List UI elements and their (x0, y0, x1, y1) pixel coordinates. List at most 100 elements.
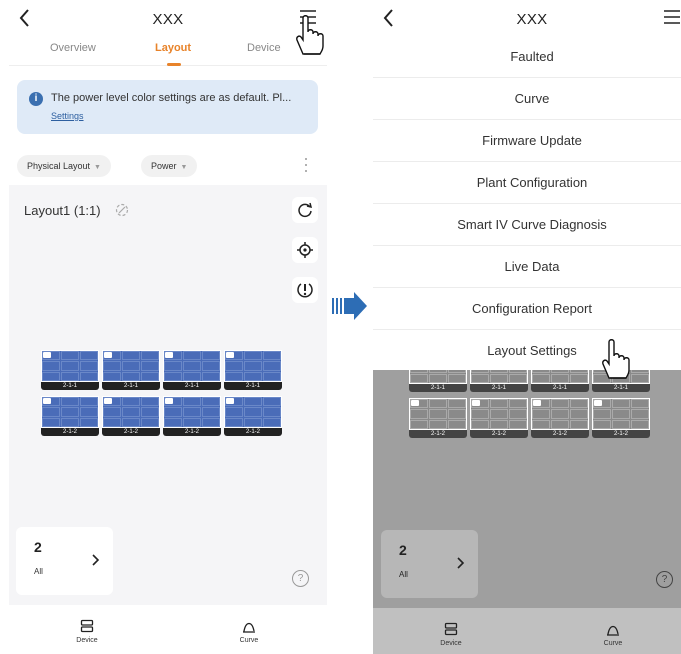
pointing-hand-icon (296, 15, 324, 55)
top-bar: XXX (373, 0, 681, 40)
menu-item-faulted[interactable]: Faulted (373, 36, 681, 78)
refresh-button[interactable] (292, 197, 318, 223)
bottom-nav: Device Curve (373, 608, 681, 654)
solar-module[interactable]: 2-1-1 (41, 350, 99, 394)
top-bar: XXX (9, 0, 327, 40)
module-string-label: 2-1-1 (224, 382, 282, 390)
module-badge-icon (165, 398, 173, 404)
nav-device[interactable]: Device (57, 619, 117, 644)
module-string-label: 2-1-1 (102, 382, 160, 390)
dimmed-backdrop[interactable]: 2-1-1 2-1-1 2-1-1 2-1-1 2-1-2 2-1-2 2-1-2 2-1-2… (373, 352, 681, 654)
solar-module[interactable]: 2-1-2 (163, 396, 221, 440)
tab-overview[interactable]: Overview (50, 42, 96, 54)
info-banner: i The power level color settings are as … (17, 80, 318, 134)
solar-module[interactable]: 2-1-2 (41, 396, 99, 440)
module-string-label: 2-1-1 (163, 382, 221, 390)
compass-button[interactable] (292, 277, 318, 303)
module-badge-icon (594, 400, 602, 406)
page-title: XXX (152, 11, 184, 28)
menu-item-smart-iv-curve-diagnosis[interactable]: Smart IV Curve Diagnosis (373, 204, 681, 246)
module-badge-icon (104, 398, 112, 404)
menu-screen: XXX 2-1-1 2-1-1 2-1-1 2-1-1 2-1-2 2-1-2 2-1-2 2… (373, 0, 681, 654)
module-badge-icon (472, 400, 480, 406)
layout-name: Layout1 (1:1) (24, 203, 101, 218)
page-title: XXX (516, 11, 548, 28)
solar-module[interactable]: 2-1-1 (102, 350, 160, 394)
nav-curve-label: Curve (239, 637, 259, 644)
menu-icon[interactable] (663, 8, 681, 26)
compass-icon (297, 283, 313, 298)
menu-item-firmware-update[interactable]: Firmware Update (373, 120, 681, 162)
chevron-right-icon (457, 557, 465, 569)
device-icon (80, 619, 94, 633)
transition-arrow-icon (332, 292, 367, 320)
module-string-label: 2-1-1 (409, 384, 467, 392)
nav-device-label: Device (440, 640, 462, 647)
device-count-label: All (399, 570, 408, 579)
device-count-card[interactable]: 2 All (16, 527, 113, 595)
module-string-label: 2-1-1 (531, 384, 589, 392)
caret-down-icon: ▼ (94, 164, 101, 171)
menu-item-configuration-report[interactable]: Configuration Report (373, 288, 681, 330)
module-string-label: 2-1-2 (224, 428, 282, 436)
tab-device[interactable]: Device (247, 42, 281, 54)
device-count-label: All (34, 567, 43, 576)
active-tab-indicator (167, 63, 181, 66)
module-badge-icon (43, 352, 51, 358)
nav-device: Device (421, 622, 481, 647)
module-badge-icon (226, 398, 234, 404)
module-string-label: 2-1-2 (409, 430, 467, 438)
module-string-label: 2-1-1 (470, 384, 528, 392)
module-string-label: 2-1-2 (41, 428, 99, 436)
module-string-label: 2-1-2 (163, 428, 221, 436)
menu-item-curve[interactable]: Curve (373, 78, 681, 120)
info-icon: i (29, 92, 43, 106)
overflow-menu: Faulted Curve Firmware Update Plant Conf… (373, 36, 681, 370)
nav-curve[interactable]: Curve (219, 619, 279, 644)
nav-device-label: Device (76, 637, 98, 644)
module-badge-icon (104, 352, 112, 358)
solar-module[interactable]: 2-1-2 (224, 396, 282, 440)
solar-module[interactable]: 2-1-1 (224, 350, 282, 394)
module-string-label: 2-1-2 (531, 430, 589, 438)
more-icon[interactable] (303, 156, 309, 174)
module-string-label: 2-1-1 (592, 384, 650, 392)
locate-button[interactable] (292, 237, 318, 263)
chevron-right-icon (92, 554, 100, 566)
help-icon: ? (656, 571, 673, 588)
solar-module: 2-1-2 (592, 398, 650, 442)
menu-item-live-data[interactable]: Live Data (373, 246, 681, 288)
device-count: 2 (399, 542, 407, 558)
menu-item-plant-configuration[interactable]: Plant Configuration (373, 162, 681, 204)
device-count-card: 2 All (381, 530, 478, 598)
module-string-label: 2-1-1 (41, 382, 99, 390)
device-icon (444, 622, 458, 636)
curve-icon (607, 625, 619, 636)
crosshair-icon (297, 242, 313, 258)
help-icon[interactable]: ? (292, 570, 309, 587)
tab-layout[interactable]: Layout (155, 42, 191, 54)
module-badge-icon (43, 398, 51, 404)
solar-module: 2-1-2 (470, 398, 528, 442)
tab-bar: Overview Layout Device (9, 40, 327, 66)
bottom-nav: Device Curve (9, 605, 327, 654)
banner-text: The power level color settings are as de… (51, 92, 292, 104)
module-badge-icon (411, 400, 419, 406)
caret-down-icon: ▼ (180, 164, 188, 171)
module-badge-icon (226, 352, 234, 358)
sync-off-icon[interactable] (115, 203, 129, 217)
nav-curve-label: Curve (603, 640, 623, 647)
refresh-icon (298, 202, 313, 218)
metric-dropdown[interactable]: Power ▼ (141, 155, 198, 177)
layout-type-value: Physical Layout (27, 161, 91, 171)
module-string-label: 2-1-2 (102, 428, 160, 436)
module-badge-icon (165, 352, 173, 358)
nav-curve: Curve (583, 622, 643, 647)
layout-canvas[interactable]: Layout1 (1:1) 2-1-1 2-1-1 2-1-1 2-1-1 2-1-2 2… (9, 185, 327, 605)
layout-type-dropdown[interactable]: Physical Layout ▼ (17, 155, 111, 177)
settings-link[interactable]: Settings (51, 111, 84, 121)
solar-module[interactable]: 2-1-2 (102, 396, 160, 440)
solar-module[interactable]: 2-1-1 (163, 350, 221, 394)
pointing-hand-icon (602, 339, 630, 379)
layout-screen: XXX Overview Layout Device i The power l… (9, 0, 327, 654)
